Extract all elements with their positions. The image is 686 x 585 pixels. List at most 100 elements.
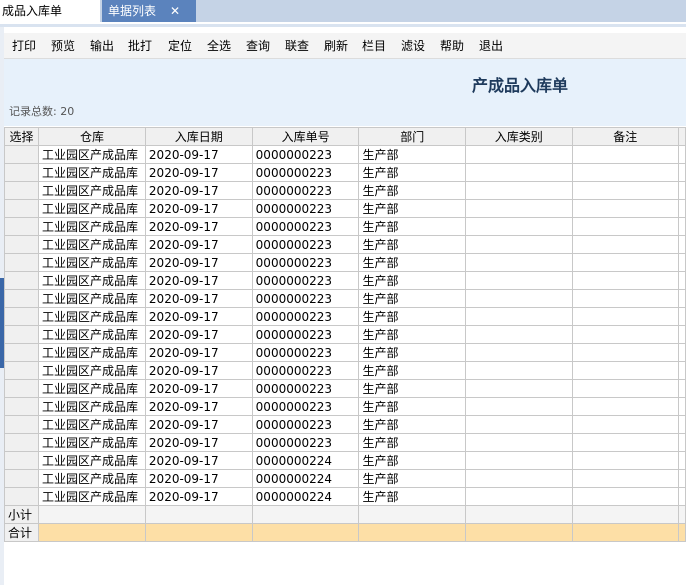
col-header-remark[interactable]: 备注 [571,127,679,146]
cell-select[interactable] [4,181,39,200]
cell-select[interactable] [4,415,39,434]
cell-select[interactable] [4,199,39,218]
cell-department: 生产部 [358,307,466,326]
cell-overflow [677,271,686,290]
cell-select[interactable] [4,235,39,254]
cell-department: 生产部 [358,415,466,434]
col-header-select[interactable]: 选择 [4,127,39,146]
batch-print-button[interactable]: 批打 [128,37,152,55]
cell-receipt-date: 2020-09-17 [144,361,253,380]
table-row[interactable]: 工业园区产成品库 2020-09-17 0000000223 生产部 [4,307,686,326]
cell-overflow [677,325,686,344]
tab-document-list[interactable]: 单据列表 ✕ [102,0,196,22]
cell-select[interactable] [4,433,39,452]
cell-receipt-type [464,397,573,416]
col-header-warehouse[interactable]: 仓库 [37,127,146,146]
record-count-label: 记录总数: [9,105,57,118]
table-row[interactable]: 工业园区产成品库 2020-09-17 0000000223 生产部 [4,271,686,290]
help-button[interactable]: 帮助 [440,37,464,55]
cell-receipt-no: 0000000223 [251,235,360,254]
columns-button[interactable]: 栏目 [362,37,386,55]
cell-select[interactable] [4,307,39,326]
table-row[interactable]: 工业园区产成品库 2020-09-17 0000000223 生产部 [4,145,686,164]
table-row[interactable]: 工业园区产成品库 2020-09-17 0000000223 生产部 [4,361,686,380]
subtotal-row-cell [677,505,686,524]
cell-select[interactable] [4,217,39,236]
cell-department: 生产部 [358,397,466,416]
cell-select[interactable] [4,163,39,182]
total-row-cell [358,523,466,542]
table-row[interactable]: 工业园区产成品库 2020-09-17 0000000223 生产部 [4,217,686,236]
cell-receipt-type [464,199,573,218]
cell-receipt-no: 0000000223 [251,253,360,272]
filter-button[interactable]: 滤设 [401,37,425,55]
cell-warehouse: 工业园区产成品库 [37,379,146,398]
cell-select[interactable] [4,145,39,164]
col-header-receipt-date[interactable]: 入库日期 [144,127,253,146]
refresh-button[interactable]: 刷新 [324,37,348,55]
tab-underline [0,24,686,27]
table-row[interactable]: 工业园区产成品库 2020-09-17 0000000223 生产部 [4,181,686,200]
cell-select[interactable] [4,397,39,416]
subtotal-row-cell [251,505,360,524]
cell-receipt-type [464,433,573,452]
query-button[interactable]: 查询 [246,37,270,55]
cell-warehouse: 工业园区产成品库 [37,271,146,290]
cross-query-button[interactable]: 联查 [285,37,309,55]
cell-select[interactable] [4,325,39,344]
cell-warehouse: 工业园区产成品库 [37,469,146,488]
cell-select[interactable] [4,469,39,488]
export-button[interactable]: 输出 [90,37,114,55]
table-row[interactable]: 工业园区产成品库 2020-09-17 0000000223 生产部 [4,325,686,344]
table-row[interactable]: 工业园区产成品库 2020-09-17 0000000223 生产部 [4,415,686,434]
table-row[interactable]: 工业园区产成品库 2020-09-17 0000000223 生产部 [4,343,686,362]
table-row[interactable]: 工业园区产成品库 2020-09-17 0000000223 生产部 [4,253,686,272]
cell-overflow [677,217,686,236]
exit-button[interactable]: 退出 [479,37,503,55]
table-row[interactable]: 工业园区产成品库 2020-09-17 0000000223 生产部 [4,199,686,218]
table-row[interactable]: 工业园区产成品库 2020-09-17 0000000224 生产部 [4,469,686,488]
data-grid: 选择 仓库 入库日期 入库单号 部门 入库类别 备注 工业园区产成品库 2020-09-17 0… [4,127,686,542]
table-row[interactable]: 工业园区产成品库 2020-09-17 0000000223 生产部 [4,235,686,254]
table-row[interactable]: 工业园区产成品库 2020-09-17 0000000224 生产部 [4,487,686,506]
cell-receipt-date: 2020-09-17 [144,145,253,164]
tab-receipt[interactable]: 成品入库单 [0,0,100,22]
cell-department: 生产部 [358,379,466,398]
cell-select[interactable] [4,343,39,362]
cell-select[interactable] [4,379,39,398]
cell-receipt-date: 2020-09-17 [144,271,253,290]
table-row[interactable]: 工业园区产成品库 2020-09-17 0000000223 生产部 [4,397,686,416]
table-row[interactable]: 工业园区产成品库 2020-09-17 0000000223 生产部 [4,433,686,452]
total-row-cell [571,523,679,542]
close-icon[interactable]: ✕ [170,0,180,22]
table-row[interactable]: 工业园区产成品库 2020-09-17 0000000223 生产部 [4,379,686,398]
cell-select[interactable] [4,451,39,470]
cell-select[interactable] [4,271,39,290]
cell-select[interactable] [4,253,39,272]
locate-button[interactable]: 定位 [168,37,192,55]
cell-remark [571,145,679,164]
select-all-button[interactable]: 全选 [207,37,231,55]
table-row[interactable]: 工业园区产成品库 2020-09-17 0000000223 生产部 [4,163,686,182]
table-row[interactable]: 工业园区产成品库 2020-09-17 0000000223 生产部 [4,289,686,308]
cell-overflow [677,163,686,182]
record-count: 记录总数: 20 [9,103,74,119]
cell-department: 生产部 [358,235,466,254]
subtotal-row: 小计 [4,505,686,524]
preview-button[interactable]: 预览 [51,37,75,55]
subtotal-row-cell [571,505,679,524]
cell-receipt-date: 2020-09-17 [144,253,253,272]
cell-select[interactable] [4,487,39,506]
cell-receipt-date: 2020-09-17 [144,307,253,326]
col-header-department[interactable]: 部门 [358,127,466,146]
report-title: 产成品入库单 [472,76,569,95]
cell-remark [571,235,679,254]
cell-select[interactable] [4,361,39,380]
cell-overflow [677,253,686,272]
cell-select[interactable] [4,289,39,308]
print-button[interactable]: 打印 [12,37,36,55]
table-row[interactable]: 工业园区产成品库 2020-09-17 0000000224 生产部 [4,451,686,470]
cell-receipt-type [464,181,573,200]
col-header-receipt-no[interactable]: 入库单号 [251,127,360,146]
col-header-receipt-type[interactable]: 入库类别 [464,127,573,146]
